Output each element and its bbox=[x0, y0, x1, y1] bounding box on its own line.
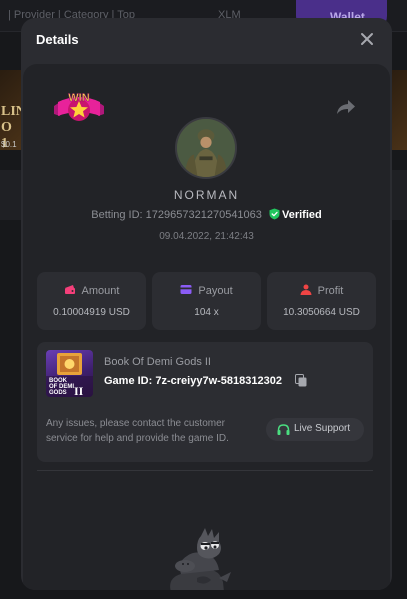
game-card: BOOK OF DEMI GODS II Book Of Demi Gods I… bbox=[37, 342, 373, 462]
stat-payout-label-row: Payout bbox=[152, 284, 261, 297]
win-badge-icon: WIN bbox=[54, 92, 104, 121]
stat-amount: Amount 0.10004919 USD bbox=[37, 272, 146, 330]
game-tile-left[interactable]: LIN O 1 $0.1 bbox=[0, 70, 26, 151]
stat-profit-label: Profit bbox=[317, 285, 344, 297]
copy-button[interactable] bbox=[295, 374, 307, 387]
username: NORMAN bbox=[173, 188, 240, 202]
profit-icon bbox=[300, 284, 312, 295]
betting-id-row: Betting ID: 1729657321270541063 Verified bbox=[23, 208, 390, 221]
live-support-button[interactable]: Live Support bbox=[266, 418, 364, 441]
avatar bbox=[175, 117, 237, 179]
stat-payout-label: Payout bbox=[198, 285, 233, 297]
game-thumbnail[interactable]: BOOK OF DEMI GODS II bbox=[46, 350, 93, 397]
game-tile-price: $0.1 bbox=[1, 140, 17, 149]
game-thumbnail-numeral: II bbox=[74, 384, 84, 397]
stat-amount-label: Amount bbox=[81, 285, 120, 297]
stat-profit-value: 10.3050664 USD bbox=[283, 307, 360, 318]
verified-shield-icon bbox=[269, 208, 280, 220]
game-name: Book Of Demi Gods II bbox=[104, 356, 211, 368]
close-icon bbox=[361, 33, 373, 45]
details-modal: Details WIN NORMAN Betting ID: 172965732… bbox=[21, 18, 392, 590]
betting-id-label: Betting ID: bbox=[91, 209, 143, 221]
mascot-icon bbox=[170, 528, 231, 590]
verified-label: Verified bbox=[281, 209, 322, 221]
stat-profit: Profit 10.3050664 USD bbox=[267, 272, 376, 330]
modal-header: Details bbox=[21, 18, 392, 62]
bet-datetime: 09.04.2022, 21:42:43 bbox=[159, 231, 254, 242]
headset-icon bbox=[277, 424, 290, 435]
live-support-label: Live Support bbox=[294, 423, 351, 434]
stat-payout-value: 104 x bbox=[194, 307, 219, 318]
avatar-image bbox=[177, 119, 235, 177]
copy-icon bbox=[295, 374, 307, 387]
win-badge-text: WIN bbox=[68, 92, 89, 104]
share-button[interactable] bbox=[336, 98, 356, 116]
bet-details-panel: WIN NORMAN Betting ID: 17296573212705410… bbox=[23, 64, 390, 590]
betting-id-value: 1729657321270541063 bbox=[145, 209, 262, 221]
share-icon bbox=[337, 100, 355, 114]
game-id-row: Game ID: 7z-creiyy7w-5818312302 bbox=[104, 375, 282, 387]
game-id-value: 7z-creiyy7w-5818312302 bbox=[155, 375, 282, 387]
amount-icon bbox=[64, 285, 75, 294]
payout-icon bbox=[180, 285, 192, 294]
stat-amount-value: 0.10004919 USD bbox=[53, 307, 130, 318]
close-button[interactable] bbox=[356, 28, 378, 50]
modal-title: Details bbox=[36, 32, 79, 47]
help-text: Any issues, please contact the customer … bbox=[46, 418, 229, 444]
game-thumbnail-title: BOOK OF DEMI GODS bbox=[49, 378, 74, 396]
divider bbox=[37, 470, 373, 471]
stat-amount-label-row: Amount bbox=[37, 284, 146, 297]
game-id-label: Game ID: bbox=[104, 375, 153, 387]
stat-payout: Payout 104 x bbox=[152, 272, 261, 330]
stat-profit-label-row: Profit bbox=[267, 284, 376, 297]
